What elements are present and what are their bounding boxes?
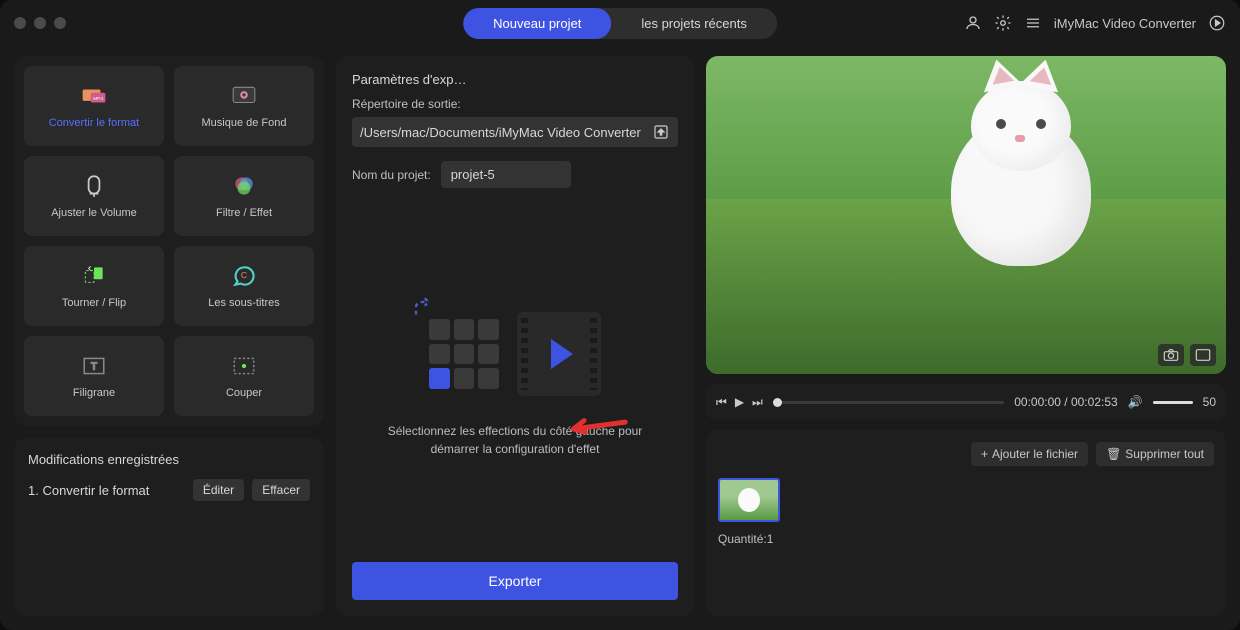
output-directory-field[interactable]: /Users/mac/Documents/iMyMac Video Conver… xyxy=(352,117,678,147)
tile-subtitles[interactable]: C Les sous-titres xyxy=(174,246,314,326)
export-section-title: Paramètres d'exp… xyxy=(352,72,678,87)
subtitles-icon: C xyxy=(231,263,257,289)
play-icon[interactable]: ▶ xyxy=(735,395,744,410)
project-name-label: Nom du projet: xyxy=(352,168,431,182)
close-window-icon[interactable] xyxy=(14,17,26,29)
file-thumbnail[interactable] xyxy=(718,478,780,522)
next-icon[interactable]: ⏭ xyxy=(752,395,763,410)
video-frame[interactable] xyxy=(706,56,1226,374)
tile-cut[interactable]: Couper xyxy=(174,336,314,416)
seek-bar[interactable] xyxy=(773,401,1004,404)
tool-grid: MP4 Convertir le format Musique de Fond … xyxy=(14,56,324,426)
menu-icon[interactable] xyxy=(1024,14,1042,32)
rotate-icon xyxy=(81,263,107,289)
tile-convert-format[interactable]: MP4 Convertir le format xyxy=(24,66,164,146)
tile-label: Couper xyxy=(226,387,262,399)
tile-label: Tourner / Flip xyxy=(62,297,126,309)
tile-turn-flip[interactable]: Tourner / Flip xyxy=(24,246,164,326)
tile-label: Filtre / Effet xyxy=(216,207,272,219)
traffic-lights xyxy=(14,17,66,29)
prev-icon[interactable]: ⏮ xyxy=(716,395,727,410)
tile-label: Ajuster le Volume xyxy=(51,207,137,219)
effect-placeholder: Sélectionnez les effections du côté gauc… xyxy=(352,208,678,562)
clear-button[interactable]: Effacer xyxy=(252,479,310,501)
outdir-label: Répertoire de sortie: xyxy=(352,97,678,111)
minimize-window-icon[interactable] xyxy=(34,17,46,29)
tile-adjust-volume[interactable]: Ajuster le Volume xyxy=(24,156,164,236)
volume-value: 50 xyxy=(1203,395,1216,409)
tab-recent-projects[interactable]: les projets récents xyxy=(611,8,777,39)
modification-item: 1. Convertir le format xyxy=(28,483,185,498)
tile-background-music[interactable]: Musique de Fond xyxy=(174,66,314,146)
svg-text:MP4: MP4 xyxy=(93,96,103,102)
tile-watermark[interactable]: T Filigrane xyxy=(24,336,164,416)
watermark-icon: T xyxy=(81,353,107,379)
svg-text:T: T xyxy=(91,361,97,372)
settings-icon[interactable] xyxy=(994,14,1012,32)
convert-format-icon: MP4 xyxy=(81,83,107,109)
plus-icon: + xyxy=(981,447,988,461)
video-preview xyxy=(706,56,1226,374)
output-directory-value: /Users/mac/Documents/iMyMac Video Conver… xyxy=(360,125,652,140)
modifications-title: Modifications enregistrées xyxy=(28,452,310,467)
volume-slider[interactable] xyxy=(1153,401,1193,404)
music-icon xyxy=(231,83,257,109)
snapshot-icon[interactable] xyxy=(1158,344,1184,366)
filter-icon xyxy=(231,173,257,199)
add-file-button[interactable]: +Ajouter le fichier xyxy=(971,442,1088,466)
project-segmented-control: Nouveau projet les projets récents xyxy=(463,8,777,39)
file-panel: +Ajouter le fichier 🗑Supprimer tout Quan… xyxy=(706,430,1226,616)
quantity-label: Quantité:1 xyxy=(718,532,1214,546)
trash-icon: 🗑 xyxy=(1106,447,1121,461)
svg-text:C: C xyxy=(241,270,247,280)
remove-all-button[interactable]: 🗑Supprimer tout xyxy=(1096,442,1214,466)
export-panel: Paramètres d'exp… Répertoire de sortie: … xyxy=(336,56,694,616)
account-icon[interactable] xyxy=(964,14,982,32)
tab-new-project[interactable]: Nouveau projet xyxy=(463,8,611,39)
player-controls: ⏮ ▶ ⏭ 00:00:00 / 00:02:53 🔊 50 xyxy=(706,384,1226,420)
modifications-panel: Modifications enregistrées 1. Convertir … xyxy=(14,438,324,616)
export-button[interactable]: Exporter xyxy=(352,562,678,600)
edit-button[interactable]: Éditer xyxy=(193,479,244,501)
project-name-input[interactable] xyxy=(441,161,571,188)
volume-icon xyxy=(81,173,107,199)
time-display: 00:00:00 / 00:02:53 xyxy=(1014,395,1117,409)
play-circle-icon[interactable] xyxy=(1208,14,1226,32)
cut-icon xyxy=(231,353,257,379)
fullscreen-icon[interactable] xyxy=(1190,344,1216,366)
tile-filter-effect[interactable]: Filtre / Effet xyxy=(174,156,314,236)
folder-browse-icon[interactable] xyxy=(652,123,670,141)
tile-label: Les sous-titres xyxy=(208,297,280,309)
app-name-label: iMyMac Video Converter xyxy=(1054,16,1196,31)
title-bar: Nouveau projet les projets récents iMyMa… xyxy=(0,0,1240,46)
volume-icon[interactable]: 🔊 xyxy=(1128,395,1143,409)
tile-label: Musique de Fond xyxy=(202,117,287,129)
tile-label: Convertir le format xyxy=(49,117,139,129)
maximize-window-icon[interactable] xyxy=(54,17,66,29)
tile-label: Filigrane xyxy=(73,387,115,399)
